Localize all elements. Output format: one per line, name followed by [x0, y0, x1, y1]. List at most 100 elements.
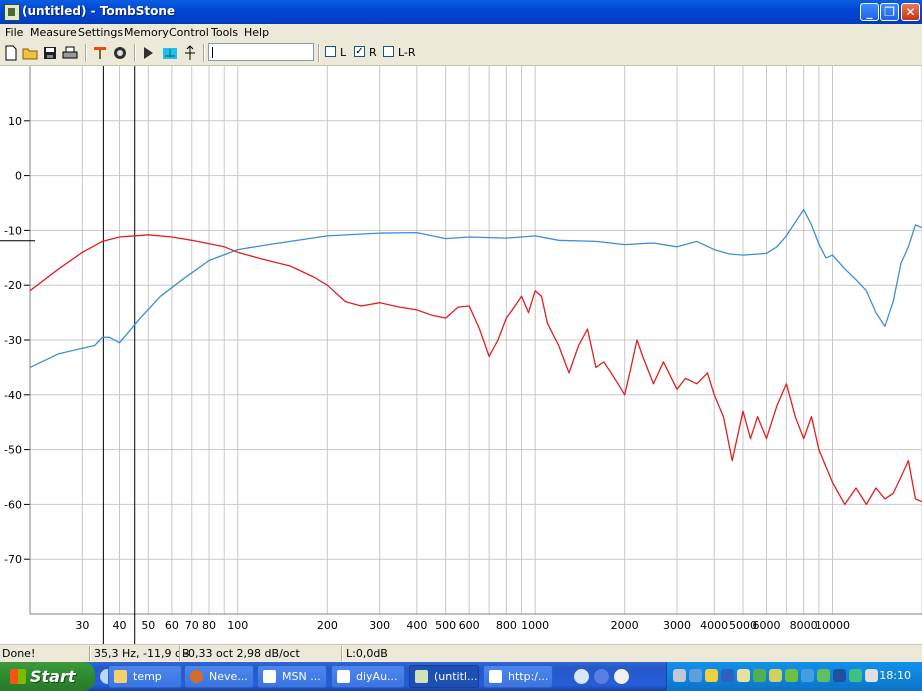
browser-icon [190, 670, 203, 683]
toolbar-separator [318, 44, 320, 62]
cursor-marker-icon[interactable] [182, 45, 198, 61]
x-tick-label: 10000 [815, 619, 850, 632]
menu-settings[interactable]: Settings [78, 26, 123, 39]
x-tick-label: 3000 [663, 619, 691, 632]
status-level-readout: L:0,0dB [346, 647, 388, 660]
x-tick-label: 70 [185, 619, 199, 632]
folder-icon [114, 670, 127, 683]
toolbar: L ✓ R L-R [0, 41, 922, 66]
menu-help[interactable]: Help [244, 26, 269, 39]
tray-icon[interactable] [833, 669, 846, 682]
left-channel-label: L [340, 46, 347, 59]
x-tick-label: 300 [369, 619, 390, 632]
x-tick-label: 60 [165, 619, 179, 632]
status-slope-readout: -0,33 oct 2,98 dB/oct [184, 647, 300, 660]
toolbar-text-input[interactable] [208, 43, 314, 61]
record-icon[interactable] [112, 45, 128, 61]
tombstone-app-icon [415, 670, 428, 683]
x-tick-label: 40 [113, 619, 127, 632]
x-tick-label: 500 [435, 619, 456, 632]
tray-icon[interactable] [737, 669, 750, 682]
difference-channel-checkbox[interactable] [383, 46, 394, 57]
quick-launch-icon[interactable] [614, 669, 629, 684]
menu-memory[interactable]: Memory [124, 26, 169, 39]
new-file-icon[interactable] [3, 45, 19, 61]
tray-icon[interactable] [801, 669, 814, 682]
tray-icon[interactable] [769, 669, 782, 682]
tray-icon[interactable] [849, 669, 862, 682]
toolbar-separator [203, 44, 205, 62]
start-label: Start [30, 667, 76, 686]
x-tick-label: 600 [459, 619, 480, 632]
y-tick-label: 0 [15, 170, 22, 183]
measure-icon[interactable] [162, 45, 178, 61]
status-divider [89, 646, 91, 661]
x-tick-label: 50 [141, 619, 155, 632]
task-label: MSN ... [282, 670, 321, 683]
print-icon[interactable] [62, 45, 78, 61]
document-icon [489, 670, 502, 683]
y-tick-label: 10 [8, 115, 22, 128]
plot-background [0, 66, 922, 644]
y-tick-label: -40 [4, 389, 22, 402]
tray-icon[interactable] [689, 669, 702, 682]
status-divider [179, 646, 181, 661]
menu-bar: File Measure Settings Memory Control Too… [0, 24, 922, 41]
system-tray: 18:10 [666, 662, 922, 691]
taskbar-item-tombstone[interactable]: (untitl... [409, 665, 479, 688]
response-plot[interactable]: 100-10-20-30-40-50-60-7030 40 50 60 70 80 100 2… [0, 66, 922, 644]
document-icon [337, 670, 350, 683]
tray-icon[interactable] [721, 669, 734, 682]
play-icon[interactable] [140, 45, 156, 61]
save-icon[interactable] [42, 45, 58, 61]
status-state: Done! [2, 647, 36, 660]
toolbar-separator [134, 44, 136, 62]
right-channel-label: R [369, 46, 377, 59]
frequency-response-chart[interactable]: 10 0 -10 -20 -30 -40 -50 -60 -70 30 40 50 60 70 80 100 2… [0, 66, 922, 644]
x-tick-label: 1000 [521, 619, 549, 632]
x-tick-label: 8000 [790, 619, 818, 632]
y-tick-label: -70 [4, 553, 22, 566]
task-label: (untitl... [434, 670, 478, 683]
taskbar-item-neve[interactable]: Neve... [184, 665, 254, 688]
probe-icon[interactable] [92, 45, 108, 61]
menu-control[interactable]: Control [169, 26, 209, 39]
task-label: http:/... [508, 670, 549, 683]
menu-tools[interactable]: Tools [211, 26, 238, 39]
menu-measure[interactable]: Measure [30, 26, 77, 39]
taskbar-item-msn[interactable]: MSN ... [257, 665, 327, 688]
y-tick-label: -60 [4, 498, 22, 511]
tray-icon[interactable] [753, 669, 766, 682]
menu-file[interactable]: File [5, 26, 23, 39]
restore-button[interactable]: ❐ [880, 3, 899, 21]
taskbar-item-diyaudio[interactable]: diyAu... [331, 665, 405, 688]
tray-icon[interactable] [785, 669, 798, 682]
app-icon[interactable] [4, 4, 20, 21]
x-tick-label: 400 [406, 619, 427, 632]
minimize-button[interactable]: _ [860, 3, 879, 21]
right-channel-checkbox[interactable]: ✓ [354, 46, 365, 57]
x-tick-label: 80 [202, 619, 216, 632]
tray-icon[interactable] [817, 669, 830, 682]
window-title: (untitled) - TombStone [22, 4, 176, 18]
security-shield-icon[interactable] [705, 669, 718, 682]
left-channel-checkbox[interactable] [325, 46, 336, 57]
y-tick-label: -20 [4, 279, 22, 292]
open-folder-icon[interactable] [22, 45, 38, 61]
taskbar-item-temp[interactable]: temp [108, 665, 182, 688]
taskbar-item-http[interactable]: http:/... [483, 665, 553, 688]
y-tick-label: -30 [4, 334, 22, 347]
tray-icon[interactable] [673, 669, 686, 682]
title-bar[interactable]: (untitled) - TombStone _ ❐ ✕ [0, 0, 922, 24]
task-label: Neve... [209, 670, 248, 683]
tray-icon[interactable] [865, 669, 878, 682]
quick-launch-icon[interactable] [594, 669, 609, 684]
start-button[interactable]: Start [0, 662, 95, 691]
close-button[interactable]: ✕ [901, 3, 920, 21]
windows-logo-icon [10, 669, 26, 684]
media-player-icon[interactable] [574, 669, 589, 684]
x-tick-label: 6000 [753, 619, 781, 632]
x-tick-label: 800 [496, 619, 517, 632]
task-label: diyAu... [356, 670, 398, 683]
status-cursor-readout: 35,3 Hz, -11,9 dB [94, 647, 190, 660]
